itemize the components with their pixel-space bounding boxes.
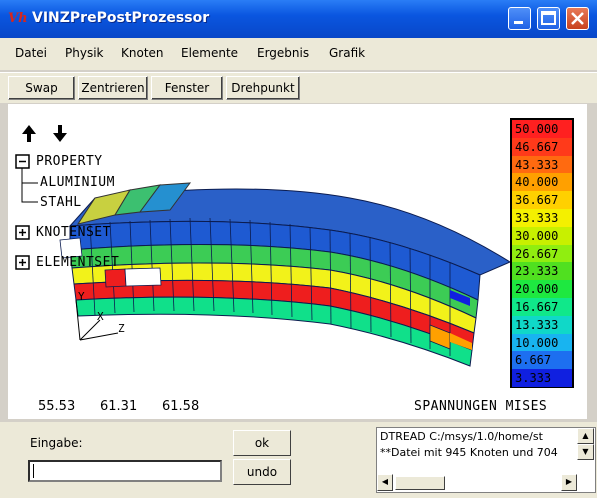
scroll-right-button[interactable]: ▶ — [561, 474, 577, 491]
input-label: Eingabe: — [30, 436, 83, 450]
console-output[interactable]: DTREAD C:/msys/1.0/home/st **Datei mit 9… — [376, 427, 596, 493]
legend-entry: 10.000 — [512, 333, 572, 352]
legend-entry: 36.667 — [512, 191, 572, 209]
result-type-label: SPANNUNGEN MISES — [414, 399, 548, 414]
expand-knotenset-icon[interactable] — [15, 225, 30, 240]
scroll-down-button[interactable]: ▼ — [577, 444, 594, 460]
bottom-panel: Eingabe: ok undo DTREAD C:/msys/1.0/home… — [0, 422, 597, 498]
mesh-model — [59, 182, 512, 367]
tree-lines — [21, 168, 38, 203]
axis-z-label: Z — [118, 322, 125, 335]
scroll-left-button[interactable]: ◀ — [377, 474, 393, 491]
legend-entry: 20.000 — [512, 280, 572, 298]
legend-entry: 40.000 — [512, 173, 572, 192]
undo-button[interactable]: undo — [233, 459, 291, 485]
coord-z-value: 61.58 — [162, 399, 200, 414]
console-line: DTREAD C:/msys/1.0/home/st — [380, 430, 543, 443]
tree-item-stahl[interactable]: STAHL — [40, 195, 82, 210]
arrow-down-icon[interactable] — [53, 125, 67, 142]
tree-item-aluminium[interactable]: ALUMINIUM — [40, 175, 115, 190]
arrow-up-icon[interactable] — [22, 125, 36, 142]
legend-entry: 33.333 — [512, 208, 572, 227]
collapse-property-icon[interactable] — [15, 154, 30, 169]
horizontal-scroll-thumb[interactable] — [395, 476, 445, 490]
legend-entry: 3.333 — [512, 369, 572, 387]
legend-entry: 13.333 — [512, 315, 572, 334]
scroll-up-button[interactable]: ▲ — [577, 428, 594, 444]
legend-entry: 26.667 — [512, 244, 572, 263]
legend-entry: 23.333 — [512, 262, 572, 281]
color-legend: 50.000 46.667 43.333 40.000 36.667 33.333 30.0… — [510, 118, 574, 388]
tree-item-knotenset[interactable]: KNOTENSET — [36, 225, 111, 240]
tree-item-elementset[interactable]: ELEMENTSET — [36, 255, 119, 270]
command-input[interactable] — [28, 460, 222, 482]
legend-entry: 16.667 — [512, 297, 572, 316]
legend-entry: 50.000 — [512, 120, 572, 138]
text-cursor — [33, 464, 34, 478]
legend-entry: 6.667 — [512, 351, 572, 370]
coord-x-value: 55.53 — [38, 399, 76, 414]
legend-entry: 30.000 — [512, 226, 572, 245]
legend-entry: 46.667 — [512, 137, 572, 156]
coord-y-value: 61.31 — [100, 399, 138, 414]
axis-x-label: X — [97, 310, 104, 323]
expand-elementset-icon[interactable] — [15, 255, 30, 270]
ok-button[interactable]: ok — [233, 430, 291, 456]
legend-entry: 43.333 — [512, 155, 572, 174]
tree-item-property[interactable]: PROPERTY — [36, 154, 103, 169]
axis-y-label: Y — [78, 290, 85, 303]
console-line: **Datei mit 945 Knoten und 704 E — [380, 446, 562, 459]
